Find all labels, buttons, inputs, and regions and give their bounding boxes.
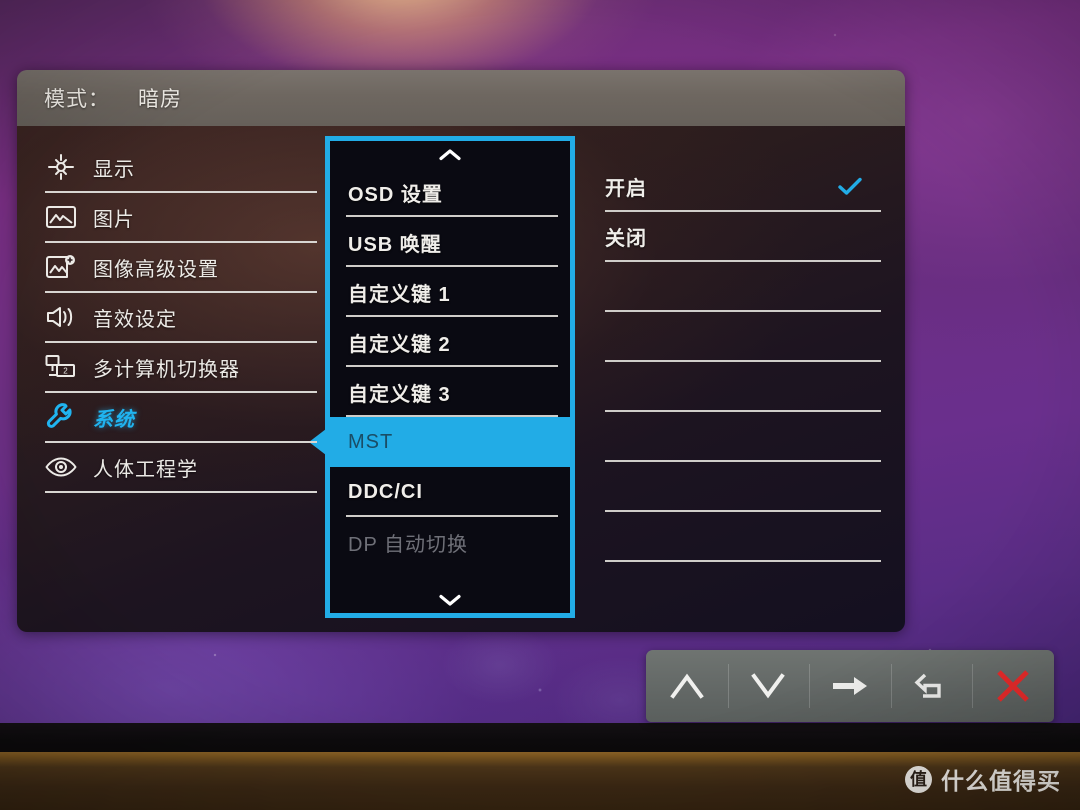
sidebar-item-label: 图像高级设置 bbox=[93, 258, 219, 281]
submenu-item-label: OSD 设置 bbox=[348, 183, 443, 206]
submenu-item-shortcut-key-2[interactable]: 自定义键 2 bbox=[330, 317, 570, 367]
submenu-item-shortcut-key-1[interactable]: 自定义键 1 bbox=[330, 267, 570, 317]
submenu-item-label: 自定义键 2 bbox=[348, 333, 451, 356]
submenu-item-label: DP 自动切换 bbox=[348, 533, 468, 556]
sidebar-item-picture-advanced[interactable]: 图像高级设置 bbox=[45, 243, 317, 293]
wrench-icon bbox=[45, 402, 77, 432]
screenshot-root: 模式： 暗房 显示 图片 图像高级设置 音效设定 2 多计算机切换器 系统 人体… bbox=[0, 0, 1080, 810]
brightness-contrast-icon bbox=[45, 152, 77, 182]
submenu-item-label: MST bbox=[348, 430, 394, 453]
value-option-empty bbox=[605, 362, 881, 412]
sidebar-item-ergonomics[interactable]: 人体工程学 bbox=[45, 443, 317, 493]
chevron-up-icon bbox=[670, 673, 704, 699]
arrow-right-icon bbox=[832, 677, 867, 695]
submenu-item-mst[interactable]: MST bbox=[309, 417, 575, 467]
osd-button-bar bbox=[646, 650, 1054, 722]
submenu-item-label: USB 唤醒 bbox=[348, 233, 442, 256]
osd-value-column: 开启 关闭 bbox=[577, 126, 905, 632]
osd-body: 显示 图片 图像高级设置 音效设定 2 多计算机切换器 系统 人体工程学 OSD… bbox=[17, 126, 905, 632]
sidebar-item-audio[interactable]: 音效设定 bbox=[45, 293, 317, 343]
submenu-item-shortcut-key-3[interactable]: 自定义键 3 bbox=[330, 367, 570, 417]
scroll-down-indicator[interactable] bbox=[330, 587, 570, 613]
submenu-item-label: DDC/CI bbox=[348, 480, 423, 503]
down-button[interactable] bbox=[727, 650, 810, 722]
osd-panel: 模式： 暗房 显示 图片 图像高级设置 音效设定 2 多计算机切换器 系统 人体… bbox=[17, 70, 905, 632]
sidebar-item-label: 显示 bbox=[93, 158, 135, 181]
submenu-item-label: 自定义键 1 bbox=[348, 283, 451, 306]
value-option-label: 关闭 bbox=[605, 227, 647, 250]
chevron-up-icon bbox=[439, 148, 461, 160]
submenu-item-ddc-ci[interactable]: DDC/CI bbox=[330, 467, 570, 517]
eye-icon bbox=[45, 452, 77, 482]
monitor-bezel bbox=[0, 723, 1080, 755]
osd-submenu: OSD 设置 USB 唤醒 自定义键 1 自定义键 2 自定义键 3 MST D… bbox=[309, 136, 575, 618]
value-option-empty bbox=[605, 412, 881, 462]
kvm-switch-icon: 2 bbox=[45, 352, 77, 382]
speaker-icon bbox=[45, 302, 77, 332]
exit-button[interactable] bbox=[972, 650, 1054, 722]
enter-button[interactable] bbox=[809, 650, 891, 722]
value-option-empty bbox=[605, 462, 881, 512]
sidebar-item-kvm[interactable]: 2 多计算机切换器 bbox=[45, 343, 317, 393]
value-option-label: 开启 bbox=[605, 177, 647, 200]
mode-label: 模式： bbox=[44, 88, 110, 111]
close-x-icon bbox=[997, 670, 1029, 702]
value-option-on[interactable]: 开启 bbox=[605, 162, 881, 212]
sidebar-item-label: 人体工程学 bbox=[93, 458, 198, 481]
value-option-empty bbox=[605, 262, 881, 312]
sidebar-item-label: 图片 bbox=[93, 208, 135, 231]
svg-text:2: 2 bbox=[63, 366, 68, 375]
submenu-item-usb-wake[interactable]: USB 唤醒 bbox=[330, 217, 570, 267]
submenu-item-osd-settings[interactable]: OSD 设置 bbox=[330, 167, 570, 217]
sidebar-item-label: 音效设定 bbox=[93, 308, 177, 331]
value-option-empty bbox=[605, 312, 881, 362]
watermark-logo: 值 bbox=[905, 765, 932, 793]
mode-value: 暗房 bbox=[138, 88, 182, 111]
chevron-down-icon bbox=[439, 594, 461, 606]
sidebar-item-system[interactable]: 系统 bbox=[45, 393, 317, 443]
watermark-text: 什么值得买 bbox=[941, 768, 1061, 794]
sidebar-item-label: 系统 bbox=[93, 408, 135, 431]
check-icon bbox=[838, 177, 862, 195]
osd-header: 模式： 暗房 bbox=[17, 70, 905, 126]
picture-icon bbox=[45, 202, 77, 232]
sidebar-item-display[interactable]: 显示 bbox=[45, 143, 317, 193]
sidebar-item-label: 多计算机切换器 bbox=[93, 358, 240, 381]
undo-arrow-icon bbox=[914, 673, 941, 698]
chevron-down-icon bbox=[751, 673, 786, 699]
sidebar-item-picture[interactable]: 图片 bbox=[45, 193, 317, 243]
back-button[interactable] bbox=[890, 650, 973, 722]
submenu-item-label: 自定义键 3 bbox=[348, 383, 451, 406]
watermark: 值 什么值得买 bbox=[905, 762, 1061, 796]
up-button[interactable] bbox=[646, 650, 728, 722]
picture-advanced-icon bbox=[45, 252, 77, 282]
osd-sidebar: 显示 图片 图像高级设置 音效设定 2 多计算机切换器 系统 人体工程学 bbox=[17, 126, 317, 632]
submenu-list: OSD 设置 USB 唤醒 自定义键 1 自定义键 2 自定义键 3 MST D… bbox=[309, 167, 575, 587]
submenu-item-dp-auto-switch[interactable]: DP 自动切换 bbox=[330, 517, 570, 567]
osd-submenu-wrap: OSD 设置 USB 唤醒 自定义键 1 自定义键 2 自定义键 3 MST D… bbox=[309, 126, 577, 632]
value-option-off[interactable]: 关闭 bbox=[605, 212, 881, 262]
scroll-up-indicator[interactable] bbox=[330, 141, 570, 167]
value-option-empty bbox=[605, 512, 881, 562]
